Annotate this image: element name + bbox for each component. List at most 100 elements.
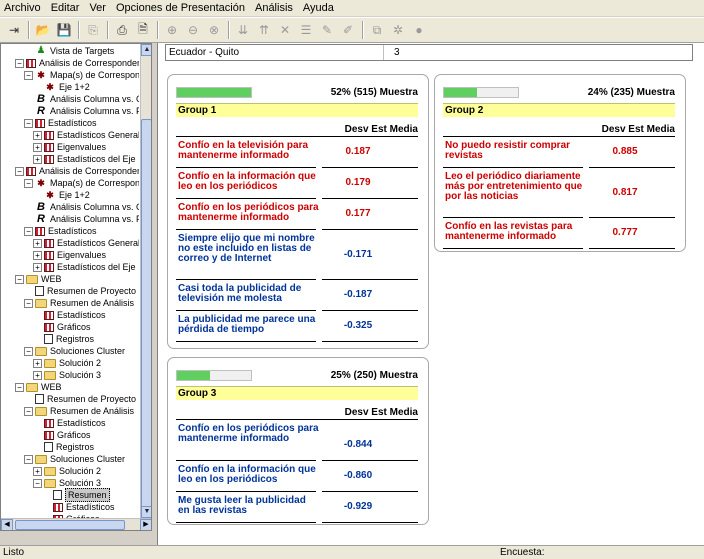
tree-node-label: Soluciones Cluster <box>50 454 126 464</box>
expand-icon[interactable]: + <box>33 238 42 248</box>
collapse-icon[interactable]: − <box>24 346 33 356</box>
tree-node[interactable]: − Análisis de Correspondencias <box>15 165 139 177</box>
menu-editar[interactable]: Editar <box>51 2 80 14</box>
tree-node[interactable]: + Solución 3 <box>33 369 101 381</box>
tree-node[interactable]: + Estadísticos Generales <box>33 129 139 141</box>
tree-node[interactable]: Gráficos <box>33 321 91 333</box>
folder-icon <box>44 478 56 488</box>
tree-node[interactable]: + Eigenvalues <box>33 141 106 153</box>
expand-icon[interactable]: + <box>33 466 42 476</box>
collapse-icon[interactable]: − <box>33 478 42 488</box>
expand-icon[interactable]: + <box>33 370 42 380</box>
list-icon[interactable]: ☰ <box>296 20 316 40</box>
collapse-icon[interactable]: − <box>24 298 33 308</box>
tree-node[interactable]: + Solución 2 <box>33 357 101 369</box>
zoom-in-icon[interactable]: ⊕ <box>162 20 182 40</box>
scroll-left-icon[interactable]: ◀ <box>1 519 13 530</box>
tree-node[interactable]: − Soluciones Cluster <box>24 453 125 465</box>
tree-node[interactable]: − WEB <box>15 381 62 393</box>
menu-archivo[interactable]: Archivo <box>4 2 41 14</box>
tree-node[interactable]: − Resumen de Análisis <box>24 297 134 309</box>
tree-node[interactable]: Resumen de Proyecto <box>24 393 136 405</box>
tree-node[interactable]: + Estadísticos Generales <box>33 237 139 249</box>
scroll-down-icon[interactable]: ▼ <box>141 506 151 518</box>
tree-node[interactable]: B Análisis Columna vs. Columna <box>24 93 139 105</box>
save-icon[interactable]: 💾 <box>54 20 74 40</box>
scroll-right-icon[interactable]: ▶ <box>140 519 151 530</box>
expand-icon[interactable]: + <box>33 262 42 272</box>
expand-icon[interactable]: + <box>33 358 42 368</box>
tree-node[interactable]: + Estadísticos del Eje <box>33 153 136 165</box>
tree-node[interactable]: − Estadísticos <box>24 225 97 237</box>
toolbar: ⇥ 📂 💾 ⎘ ⎙ 🗎 ⊕ ⊖ ⊗ ⇊ ⇈ ✕ ☰ ✎ ✐ ⧉ ✲ ● <box>0 17 704 43</box>
row-statement: La publicidad me parece una pérdida de t… <box>178 314 316 335</box>
tree-node[interactable]: Estadísticos <box>33 417 106 429</box>
collapse-icon[interactable]: − <box>15 274 24 284</box>
collapse-icon[interactable]: − <box>15 58 24 68</box>
collapse-icon[interactable]: − <box>24 118 33 128</box>
table-icon <box>44 262 54 272</box>
exit-icon[interactable]: ⇥ <box>4 20 24 40</box>
menu-ver[interactable]: Ver <box>89 2 106 14</box>
zoom-out-icon[interactable]: ⊖ <box>183 20 203 40</box>
open-folder-icon[interactable]: 📂 <box>33 20 53 40</box>
zoom-fit-icon[interactable]: ⊗ <box>204 20 224 40</box>
tree-node[interactable]: Gráficos <box>33 429 91 441</box>
scroll-up-icon[interactable]: ▲ <box>141 44 151 56</box>
tree-node[interactable]: Estadísticos <box>42 501 115 513</box>
copy-icon[interactable]: ⎘ <box>83 20 103 40</box>
tree-node[interactable]: Registros <box>33 441 94 453</box>
scroll-thumb[interactable] <box>141 119 151 514</box>
tree-horizontal-scrollbar[interactable]: ◀ ▶ <box>1 518 151 530</box>
print-preview-icon[interactable]: 🗎 <box>133 20 153 40</box>
collapse-icon[interactable]: − <box>24 226 33 236</box>
header-divider <box>176 136 418 137</box>
expand-icon[interactable]: + <box>33 250 42 260</box>
settings-icon[interactable]: ✲ <box>388 20 408 40</box>
menu-opciones[interactable]: Opciones de Presentación <box>116 2 245 14</box>
tree-node[interactable]: ✱ Eje 1+2 <box>33 81 90 93</box>
export-icon[interactable]: ⧉ <box>367 20 387 40</box>
row-divider <box>176 167 316 168</box>
collapse-icon[interactable]: − <box>24 70 33 80</box>
tree-node[interactable]: + Eigenvalues <box>33 249 106 261</box>
tree-node[interactable]: Estadísticos <box>33 309 106 321</box>
tree-node[interactable]: + Estadísticos del Eje <box>33 261 136 273</box>
menu-ayuda[interactable]: Ayuda <box>303 2 334 14</box>
tree-node[interactable]: R Análisis Columna vs. Fila <box>24 105 139 117</box>
tree-node-label: Estadísticos del Eje <box>57 262 136 272</box>
expand-icon[interactable]: + <box>33 130 42 140</box>
tree-node[interactable]: − Estadísticos <box>24 117 97 129</box>
collapse-icon[interactable]: − <box>15 382 24 392</box>
collapse-icon[interactable]: − <box>24 454 33 464</box>
expand-icon[interactable]: + <box>33 154 42 164</box>
tree-node[interactable]: − Soluciones Cluster <box>24 345 125 357</box>
tree-node[interactable]: − Análisis de Correspondencias <box>15 57 139 69</box>
tree-node[interactable]: B Análisis Columna vs. Columna <box>24 201 139 213</box>
print-icon[interactable]: ⎙ <box>112 20 132 40</box>
expand-icon[interactable]: + <box>33 142 42 152</box>
tree-node[interactable]: R Análisis Columna vs. Fila <box>24 213 139 225</box>
remove-column-icon[interactable]: ✕ <box>275 20 295 40</box>
tree-node[interactable]: − WEB <box>15 273 62 285</box>
pen-icon[interactable]: ✐ <box>338 20 358 40</box>
sort-down-icon[interactable]: ⇊ <box>233 20 253 40</box>
menu-analisis[interactable]: Análisis <box>255 2 293 14</box>
tree-node[interactable]: Registros <box>33 333 94 345</box>
tree-node[interactable]: Resumen <box>42 488 110 502</box>
hscroll-thumb[interactable] <box>15 520 125 530</box>
tree-node[interactable]: ♟ Vista de Targets <box>24 45 115 57</box>
tree-node[interactable]: Resumen de Proyecto <box>24 285 136 297</box>
brush-icon[interactable]: ✎ <box>317 20 337 40</box>
collapse-icon[interactable]: − <box>15 166 24 176</box>
sort-up-icon[interactable]: ⇈ <box>254 20 274 40</box>
tree-node[interactable]: − Resumen de Análisis <box>24 405 134 417</box>
collapse-icon[interactable]: − <box>24 178 33 188</box>
bomb-icon[interactable]: ● <box>409 20 429 40</box>
tree-node[interactable]: −✱ Mapa(s) de Correspondencias <box>24 69 139 81</box>
tree-vertical-scrollbar[interactable]: ▲ ▼ <box>140 44 151 518</box>
collapse-icon[interactable]: − <box>24 406 33 416</box>
tree-node[interactable]: + Solución 2 <box>33 465 101 477</box>
tree-node[interactable]: −✱ Mapa(s) de Correspondencias <box>24 177 139 189</box>
tree-node[interactable]: ✱ Eje 1+2 <box>33 189 90 201</box>
